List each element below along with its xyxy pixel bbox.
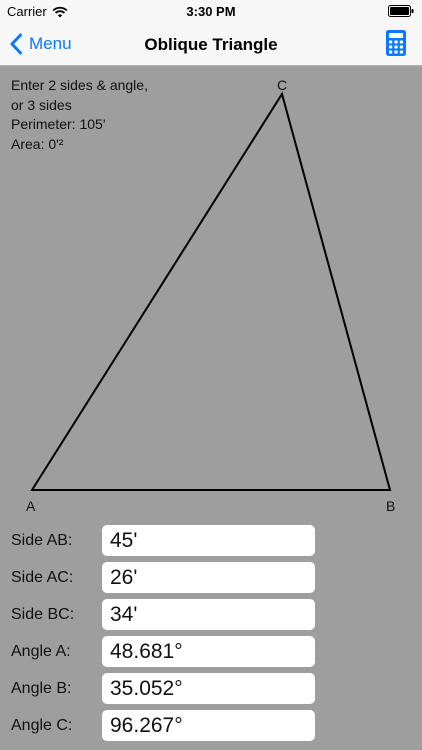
side-ab-label: Side AB:	[11, 532, 73, 549]
content-area: Enter 2 sides & angle, or 3 sides Perime…	[0, 66, 422, 750]
battery-icon	[388, 5, 414, 17]
angle-c-input[interactable]: 96.267°	[102, 710, 315, 741]
angle-b-input[interactable]: 35.052°	[102, 673, 315, 704]
vertex-a-label: A	[26, 498, 36, 514]
angle-c-label: Angle C:	[11, 717, 73, 734]
side-bc-row: Side BC: 34'	[0, 599, 422, 631]
angle-a-input[interactable]: 48.681°	[102, 636, 315, 667]
angle-b-row: Angle B: 35.052°	[0, 673, 422, 705]
instruction-line-2: or 3 sides	[11, 96, 72, 113]
page-title: Oblique Triangle	[144, 35, 278, 54]
vertex-c-label: C	[277, 77, 288, 93]
status-bar: Carrier 3:30 PM	[0, 0, 422, 24]
angle-a-label: Angle A:	[11, 643, 71, 660]
area-readout: Area: 0'²	[11, 135, 64, 152]
calculator-icon[interactable]	[386, 30, 406, 56]
side-ab-input[interactable]: 45'	[102, 525, 315, 556]
side-bc-label: Side BC:	[11, 606, 75, 623]
side-ac-label: Side AC:	[11, 569, 74, 586]
side-bc-input[interactable]: 34'	[102, 599, 315, 630]
navigation-bar: Menu Oblique Triangle	[0, 24, 422, 66]
side-ac-row: Side AC: 26'	[0, 562, 422, 594]
status-time: 3:30 PM	[186, 4, 236, 19]
info-block: Enter 2 sides & angle, or 3 sides Perime…	[11, 76, 148, 154]
instruction-line-1: Enter 2 sides & angle,	[11, 77, 148, 93]
angle-c-row: Angle C: 96.267°	[0, 710, 422, 742]
side-ac-input[interactable]: 26'	[102, 562, 315, 593]
angle-a-row: Angle A: 48.681°	[0, 636, 422, 668]
side-ab-row: Side AB: 45'	[0, 525, 422, 557]
angle-b-label: Angle B:	[11, 680, 72, 697]
perimeter-readout: Perimeter: 105'	[11, 116, 106, 132]
vertex-b-label: B	[386, 498, 396, 514]
